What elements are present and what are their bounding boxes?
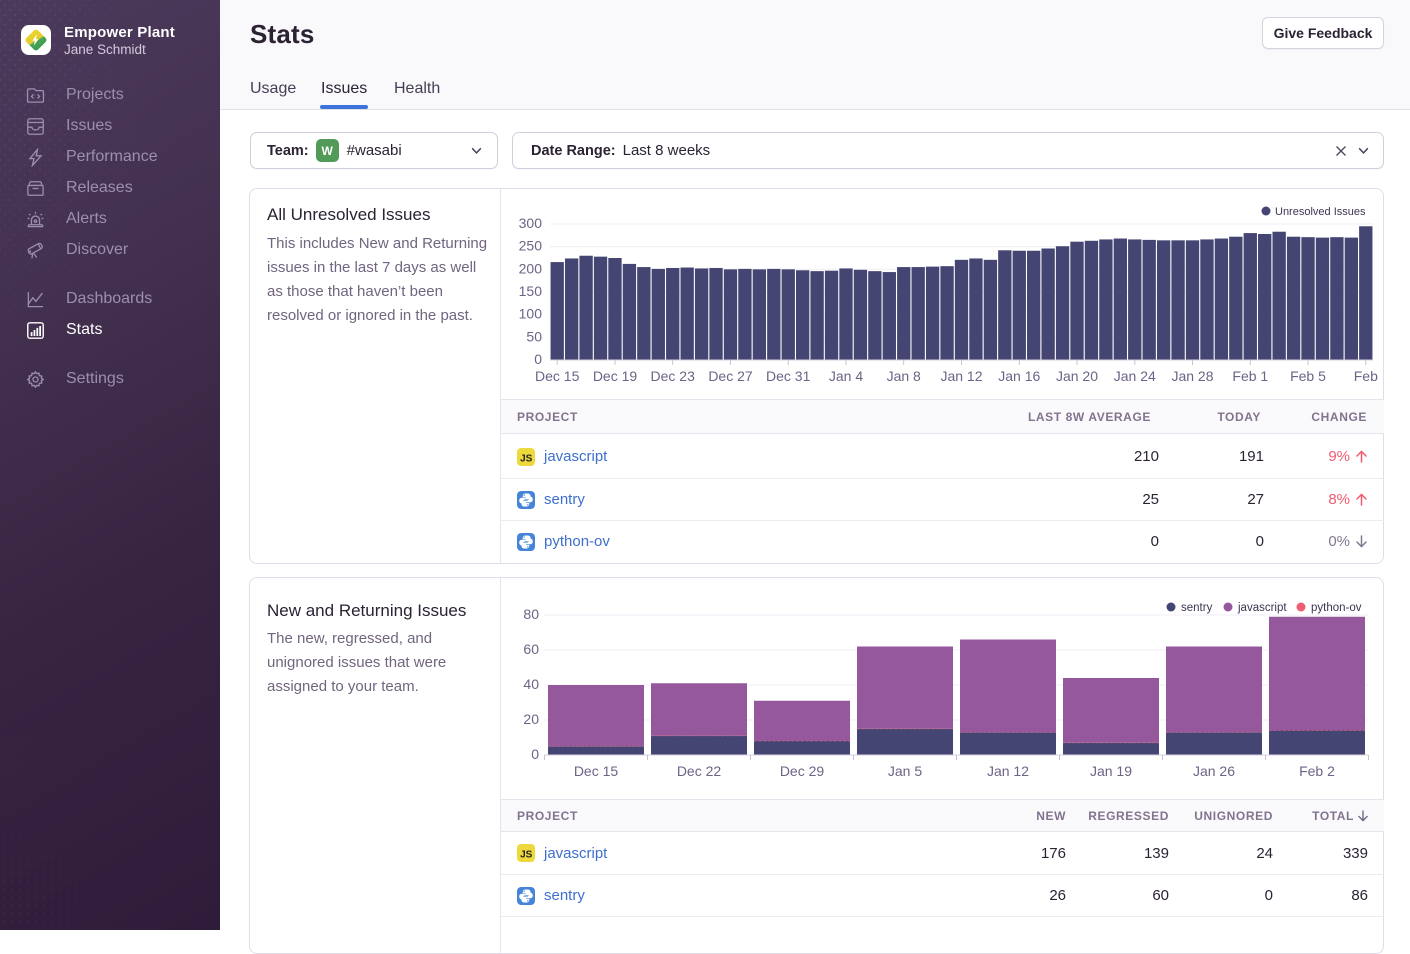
- svg-text:50: 50: [526, 328, 542, 344]
- svg-text:Jan 4: Jan 4: [829, 368, 863, 384]
- svg-text:JS: JS: [520, 849, 533, 860]
- svg-text:0: 0: [531, 746, 539, 762]
- svg-text:80: 80: [523, 606, 539, 622]
- svg-text:Feb 1: Feb 1: [1232, 368, 1268, 384]
- svg-text:Dec 27: Dec 27: [708, 368, 753, 384]
- svg-text:20: 20: [523, 711, 539, 727]
- svg-text:Jan 16: Jan 16: [998, 368, 1040, 384]
- svg-text:Feb 2: Feb 2: [1299, 763, 1335, 779]
- svg-text:Unresolved Issues: Unresolved Issues: [1275, 206, 1366, 218]
- svg-text:Dec 23: Dec 23: [651, 368, 696, 384]
- svg-text:Jan 19: Jan 19: [1090, 763, 1132, 779]
- svg-text:Dec 19: Dec 19: [593, 368, 638, 384]
- svg-text:Jan 26: Jan 26: [1193, 763, 1235, 779]
- svg-text:Dec 15: Dec 15: [574, 763, 619, 779]
- svg-text:Jan 12: Jan 12: [940, 368, 982, 384]
- svg-text:python-ov: python-ov: [1311, 602, 1362, 614]
- svg-text:Jan 24: Jan 24: [1114, 368, 1156, 384]
- svg-text:Jan 12: Jan 12: [987, 763, 1029, 779]
- svg-text:60: 60: [523, 641, 539, 657]
- svg-text:JS: JS: [520, 453, 533, 464]
- svg-text:Feb: Feb: [1354, 368, 1378, 384]
- svg-text:200: 200: [519, 260, 543, 276]
- svg-text:150: 150: [519, 283, 543, 299]
- svg-text:javascript: javascript: [1237, 602, 1287, 614]
- svg-text:300: 300: [519, 215, 543, 231]
- svg-text:Jan 8: Jan 8: [887, 368, 921, 384]
- svg-text:40: 40: [523, 676, 539, 692]
- svg-text:0: 0: [534, 351, 542, 367]
- svg-text:Dec 29: Dec 29: [780, 763, 825, 779]
- svg-text:Dec 15: Dec 15: [535, 368, 580, 384]
- svg-text:250: 250: [519, 238, 543, 254]
- svg-text:Jan 28: Jan 28: [1171, 368, 1213, 384]
- svg-text:Jan 5: Jan 5: [888, 763, 922, 779]
- svg-text:Feb 5: Feb 5: [1290, 368, 1326, 384]
- svg-text:100: 100: [519, 306, 543, 322]
- svg-text:Dec 31: Dec 31: [766, 368, 811, 384]
- svg-text:sentry: sentry: [1181, 602, 1213, 614]
- svg-text:Jan 20: Jan 20: [1056, 368, 1098, 384]
- svg-text:Dec 22: Dec 22: [677, 763, 722, 779]
